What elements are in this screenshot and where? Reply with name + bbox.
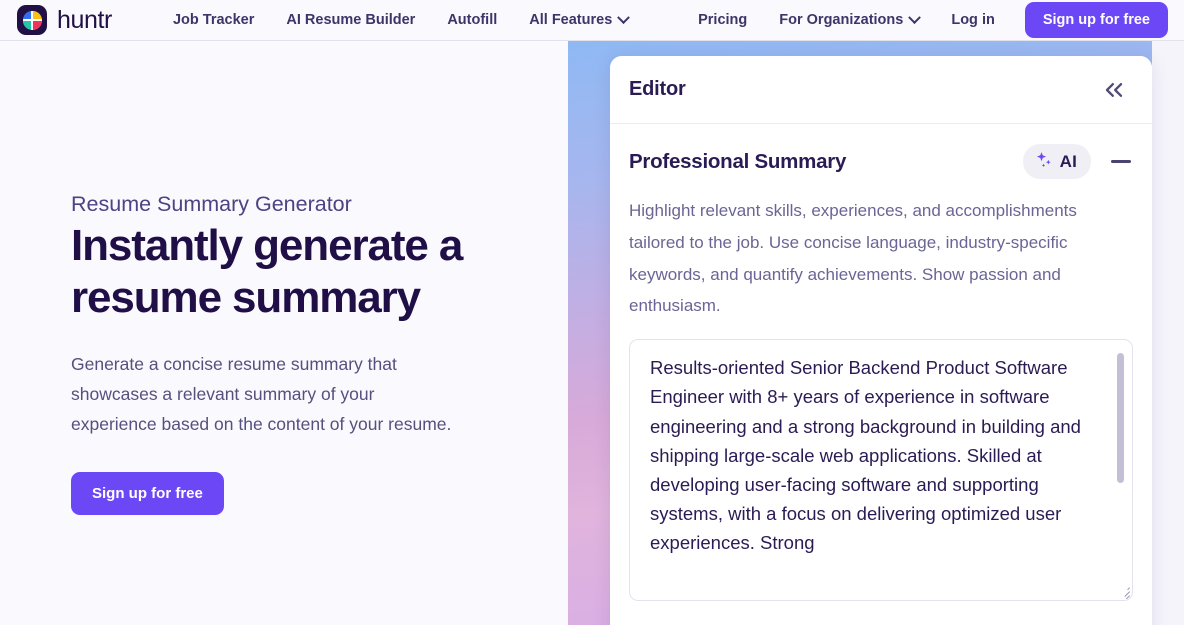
section-hint-text: Highlight relevant skills, experiences, …	[629, 201, 1077, 316]
sparkles-icon	[1034, 150, 1054, 173]
chevron-down-icon	[617, 10, 631, 24]
nav-item-for-organizations[interactable]: For Organizations	[763, 6, 935, 34]
nav-item-autofill[interactable]: Autofill	[431, 6, 513, 34]
scrollbar-thumb[interactable]	[1117, 353, 1124, 484]
nav-item-label: Pricing	[698, 12, 748, 28]
ai-generate-button[interactable]: AI	[1022, 144, 1091, 179]
hero-section: Resume Summary Generator Instantly gener…	[0, 41, 568, 625]
nav-item-job-tracker[interactable]: Job Tracker	[157, 6, 270, 34]
editor-card: Editor Professional Summary AI Highlight…	[610, 56, 1152, 625]
ai-button-label: AI	[1059, 151, 1077, 171]
chevron-down-icon	[908, 10, 922, 24]
secondary-nav: Pricing For Organizations Log in Sign up…	[682, 2, 1168, 38]
summary-textarea-value[interactable]: Results-oriented Senior Backend Product …	[630, 340, 1132, 600]
pane-right-filler	[1152, 41, 1184, 625]
summary-textarea[interactable]: Results-oriented Senior Backend Product …	[629, 339, 1133, 602]
chevrons-left-icon[interactable]	[1096, 72, 1132, 108]
nav-item-label: Job Tracker	[172, 12, 255, 28]
editor-pane: Editor Professional Summary AI Highlight…	[568, 41, 1184, 625]
page-title: Instantly generate a resume summary	[71, 220, 463, 322]
section-title: Professional Summary	[629, 149, 847, 173]
nav-item-label: Log in	[951, 12, 995, 28]
nav-item-pricing[interactable]: Pricing	[682, 6, 763, 34]
brand-name: huntr	[57, 5, 112, 34]
minus-icon[interactable]	[1101, 156, 1133, 166]
nav-item-label: Autofill	[447, 12, 498, 28]
huntr-logo-icon	[17, 5, 47, 35]
professional-summary-section: Professional Summary AI Highlight releva…	[610, 124, 1152, 602]
hero-description: Generate a concise resume summary that s…	[71, 353, 452, 434]
editor-header: Editor	[610, 56, 1152, 124]
nav-item-label: For Organizations	[779, 12, 904, 28]
brand-logo-link[interactable]: huntr	[17, 5, 112, 35]
nav-item-label: AI Resume Builder	[286, 12, 416, 28]
editor-title: Editor	[629, 78, 686, 100]
page-root: huntr Job Tracker AI Resume Builder Auto…	[0, 0, 1184, 625]
nav-signup-button[interactable]: Sign up for free	[1024, 2, 1168, 38]
hero-signup-button[interactable]: Sign up for free	[71, 471, 224, 515]
nav-item-ai-resume-builder[interactable]: AI Resume Builder	[270, 6, 431, 34]
section-header: Professional Summary AI	[629, 144, 1133, 179]
nav-item-log-in[interactable]: Log in	[935, 6, 1011, 34]
nav-item-all-features[interactable]: All Features	[513, 6, 644, 34]
primary-nav: Job Tracker AI Resume Builder Autofill A…	[157, 6, 644, 34]
nav-item-label: All Features	[529, 12, 613, 28]
top-navigation-bar: huntr Job Tracker AI Resume Builder Auto…	[0, 0, 1184, 41]
hero-eyebrow: Resume Summary Generator	[71, 192, 352, 216]
vertical-scrollbar[interactable]	[1117, 353, 1124, 589]
resize-handle-icon[interactable]	[1114, 582, 1131, 600]
